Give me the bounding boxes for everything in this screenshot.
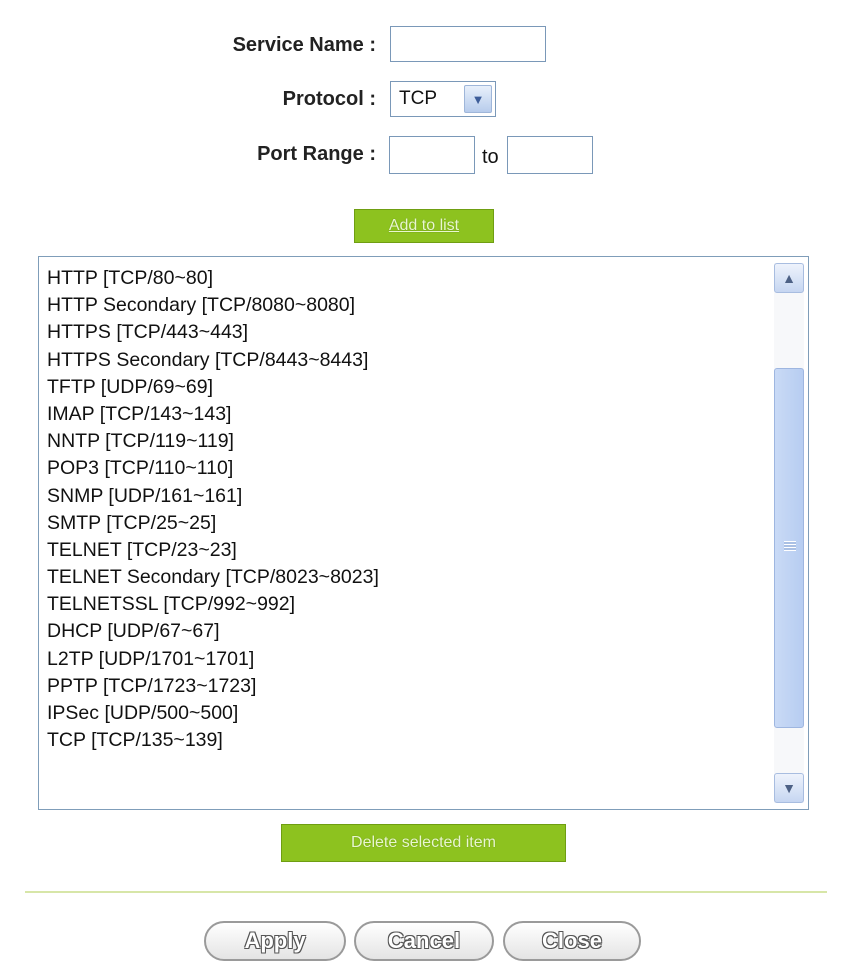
list-item[interactable]: PPTP [TCP/1723~1723] — [47, 673, 768, 700]
list-item[interactable]: HTTP Secondary [TCP/8080~8080] — [47, 292, 768, 319]
list-item[interactable]: TELNET [TCP/23~23] — [47, 537, 768, 564]
add-to-list-button[interactable]: Add to list — [354, 209, 494, 243]
apply-button[interactable]: Apply — [204, 921, 346, 961]
service-name-input[interactable] — [390, 26, 546, 62]
service-listbox[interactable]: HTTP [TCP/80~80] HTTP Secondary [TCP/8080… — [38, 256, 809, 810]
list-item[interactable]: TELNET Secondary [TCP/8023~8023] — [47, 564, 768, 591]
vertical-scrollbar[interactable]: ▲ ▼ — [774, 263, 804, 803]
protocol-label: Protocol : — [282, 88, 376, 110]
port-from-input[interactable] — [389, 136, 475, 174]
list-item[interactable]: IPSec [UDP/500~500] — [47, 700, 768, 727]
scroll-down-button[interactable]: ▼ — [774, 773, 804, 803]
list-item[interactable]: SMTP [TCP/25~25] — [47, 510, 768, 537]
list-item[interactable]: L2TP [UDP/1701~1701] — [47, 646, 768, 673]
list-item[interactable]: SNMP [UDP/161~161] — [47, 483, 768, 510]
scroll-up-button[interactable]: ▲ — [774, 263, 804, 293]
divider — [25, 891, 827, 893]
list-item[interactable]: HTTPS [TCP/443~443] — [47, 319, 768, 346]
port-range-label: Port Range : — [257, 143, 376, 165]
service-list: HTTP [TCP/80~80] HTTP Secondary [TCP/8080… — [47, 265, 768, 809]
close-button[interactable]: Close — [503, 921, 641, 961]
grip-icon — [784, 541, 796, 551]
list-item[interactable]: HTTPS Secondary [TCP/8443~8443] — [47, 347, 768, 374]
delete-selected-button[interactable]: Delete selected item — [281, 824, 566, 862]
port-to-input[interactable] — [507, 136, 593, 174]
list-item[interactable]: TFTP [UDP/69~69] — [47, 374, 768, 401]
list-item[interactable]: DHCP [UDP/67~67] — [47, 618, 768, 645]
service-name-label: Service Name : — [232, 34, 376, 56]
protocol-select[interactable]: TCP ▼ — [390, 81, 496, 117]
list-item[interactable]: TELNETSSL [TCP/992~992] — [47, 591, 768, 618]
list-item[interactable]: TCP [TCP/135~139] — [47, 727, 768, 754]
protocol-value: TCP — [399, 88, 437, 109]
list-item[interactable]: NNTP [TCP/119~119] — [47, 428, 768, 455]
list-item[interactable]: HTTP [TCP/80~80] — [47, 265, 768, 292]
scroll-thumb[interactable] — [774, 368, 804, 728]
list-item[interactable]: POP3 [TCP/110~110] — [47, 455, 768, 482]
cancel-button[interactable]: Cancel — [354, 921, 494, 961]
port-to-label: to — [482, 146, 499, 168]
list-item[interactable]: IMAP [TCP/143~143] — [47, 401, 768, 428]
chevron-down-icon[interactable]: ▼ — [464, 85, 492, 113]
